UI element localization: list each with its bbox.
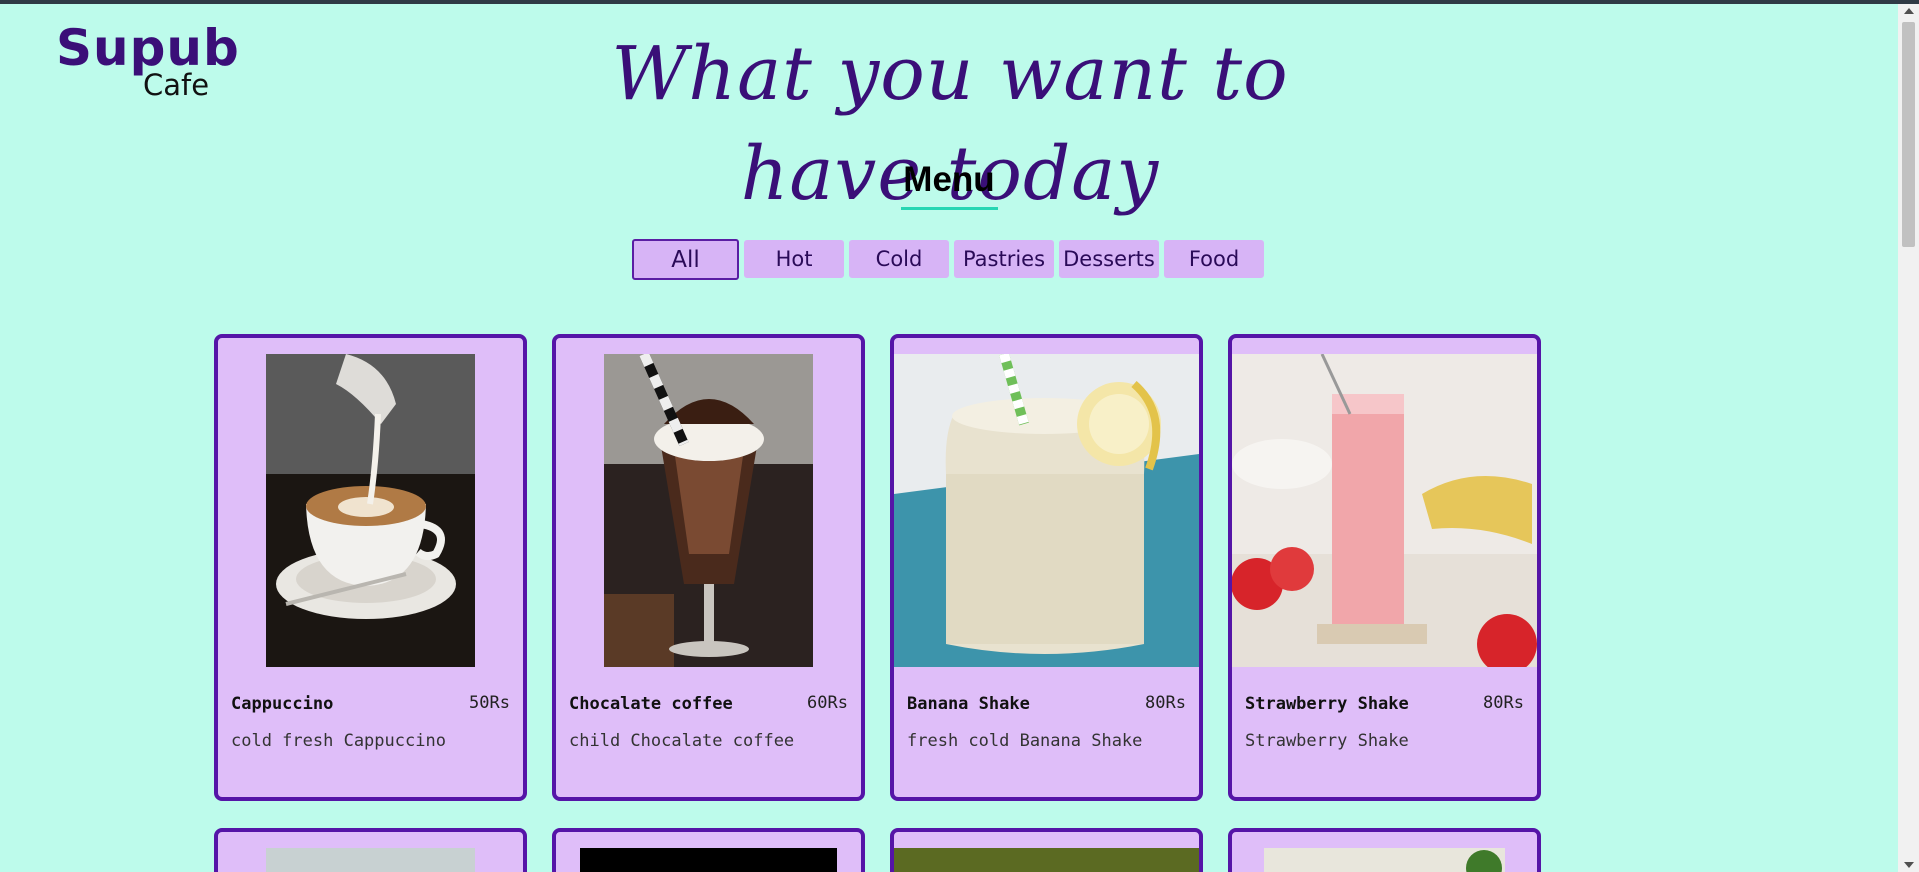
- item-name: Cappuccino: [231, 694, 334, 714]
- vertical-scrollbar[interactable]: [1898, 4, 1919, 872]
- item-image: [266, 848, 475, 872]
- item-description: child Chocalate coffee: [569, 731, 795, 751]
- menu-title: Menu: [903, 160, 995, 199]
- logo[interactable]: Supub Cafe: [56, 18, 239, 108]
- item-price: 60Rs: [807, 693, 848, 713]
- item-description: Strawberry Shake: [1245, 731, 1409, 751]
- item-description: fresh cold Banana Shake: [907, 731, 1143, 751]
- item-image: [580, 848, 837, 872]
- menu-card[interactable]: [890, 828, 1203, 872]
- menu-card-cappuccino[interactable]: Cappuccino 50Rs cold fresh Cappuccino: [214, 334, 527, 801]
- item-price: 80Rs: [1145, 693, 1186, 713]
- cappuccino-image: [266, 354, 475, 667]
- filter-hot-button[interactable]: Hot: [744, 240, 844, 278]
- scroll-up-icon[interactable]: [1904, 8, 1914, 14]
- item-name: Chocalate coffee: [569, 694, 733, 714]
- menu-card-strawberry-shake[interactable]: Strawberry Shake 80Rs Strawberry Shake: [1228, 334, 1541, 801]
- filter-cold-button[interactable]: Cold: [849, 240, 949, 278]
- item-price: 80Rs: [1483, 693, 1524, 713]
- banana-shake-image: [894, 354, 1199, 667]
- item-image: [894, 848, 1199, 872]
- filter-desserts-button[interactable]: Desserts: [1059, 240, 1159, 278]
- item-image: [1264, 848, 1505, 872]
- filter-all-button[interactable]: All: [632, 239, 739, 280]
- menu-card[interactable]: [552, 828, 865, 872]
- scroll-down-icon[interactable]: [1904, 862, 1914, 868]
- chocalate-coffee-image: [604, 354, 813, 667]
- filter-food-button[interactable]: Food: [1164, 240, 1264, 278]
- item-name: Banana Shake: [907, 694, 1030, 714]
- item-name: Strawberry Shake: [1245, 694, 1409, 714]
- menu-filter-bar: All Hot Cold Pastries Desserts Food: [632, 239, 1269, 280]
- page: Supub Cafe What you want to have today M…: [0, 4, 1898, 872]
- menu-card-banana-shake[interactable]: Banana Shake 80Rs fresh cold Banana Shak…: [890, 334, 1203, 801]
- menu-card-chocalate-coffee[interactable]: Chocalate coffee 60Rs child Chocalate co…: [552, 334, 865, 801]
- logo-subtitle: Cafe: [143, 68, 210, 102]
- filter-pastries-button[interactable]: Pastries: [954, 240, 1054, 278]
- item-price: 50Rs: [469, 693, 510, 713]
- menu-card[interactable]: [1228, 828, 1541, 872]
- item-description: cold fresh Cappuccino: [231, 731, 446, 751]
- menu-title-underline: [901, 207, 998, 210]
- menu-card[interactable]: [214, 828, 527, 872]
- scrollbar-thumb[interactable]: [1902, 22, 1915, 247]
- strawberry-shake-image: [1232, 354, 1537, 667]
